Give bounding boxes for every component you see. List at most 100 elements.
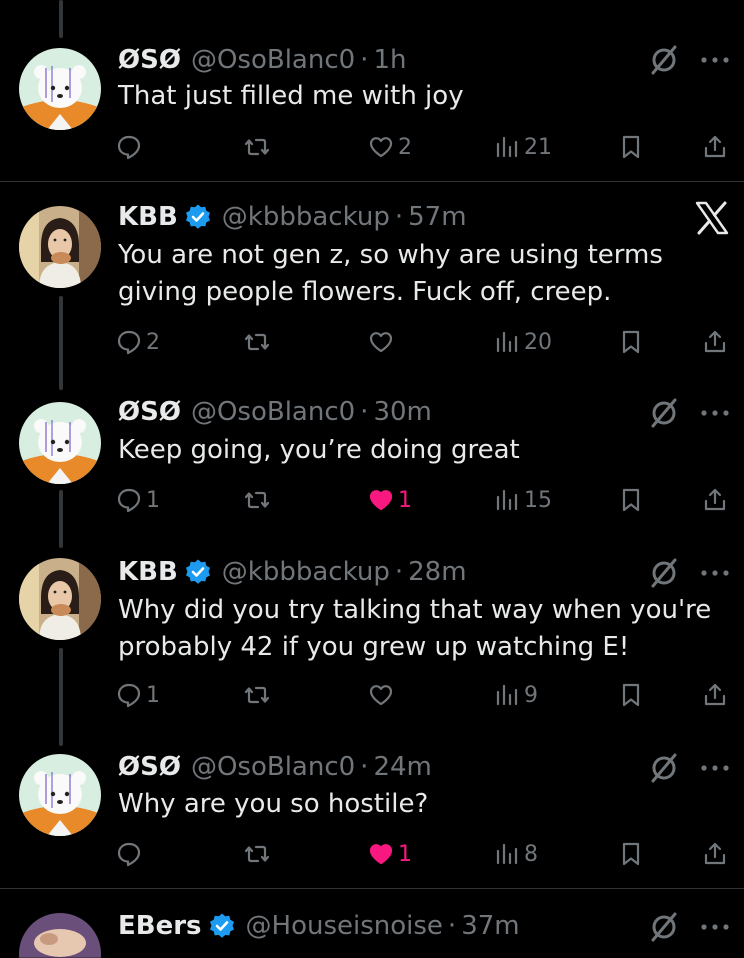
views-button[interactable]: 21 bbox=[494, 130, 552, 164]
like-count: 2 bbox=[398, 134, 412, 160]
reply-icon bbox=[116, 329, 142, 355]
more-options-icon[interactable] bbox=[700, 921, 730, 933]
share-button[interactable] bbox=[702, 483, 728, 517]
views-count: 21 bbox=[524, 134, 552, 160]
tweet-kbb-2[interactable]: KBB @kbbbackup · 28m Why did you try tal… bbox=[0, 542, 744, 738]
avatar-osoblanc[interactable] bbox=[19, 754, 101, 836]
like-button[interactable] bbox=[368, 678, 398, 712]
user-handle[interactable]: @kbbbackup bbox=[222, 202, 390, 232]
display-name[interactable]: ØSØ bbox=[118, 45, 181, 75]
grok-icon[interactable] bbox=[648, 557, 680, 589]
reply-button[interactable] bbox=[116, 130, 146, 164]
avatar-osoblanc[interactable] bbox=[19, 402, 101, 484]
tweet-osoblanc-1[interactable]: ØSØ @OsoBlanc0 · 1h That just filled me … bbox=[0, 0, 744, 181]
share-button[interactable] bbox=[702, 678, 728, 712]
views-chart-icon bbox=[494, 841, 520, 867]
share-button[interactable] bbox=[702, 325, 728, 359]
user-handle[interactable]: @OsoBlanc0 bbox=[191, 397, 355, 427]
avatar-osoblanc[interactable] bbox=[19, 48, 101, 130]
views-button[interactable]: 15 bbox=[494, 483, 552, 517]
avatar-kbb[interactable] bbox=[19, 206, 101, 288]
views-chart-icon bbox=[494, 487, 520, 513]
reply-icon bbox=[116, 682, 142, 708]
retweet-icon bbox=[244, 682, 270, 708]
more-options-icon[interactable] bbox=[700, 54, 730, 66]
grok-icon[interactable] bbox=[648, 44, 680, 76]
grok-icon[interactable] bbox=[648, 752, 680, 784]
tweet-osoblanc-2[interactable]: ØSØ @OsoBlanc0 · 30m Keep going, you’re … bbox=[0, 382, 744, 542]
action-bar: 1 9 bbox=[0, 678, 744, 712]
more-options-icon[interactable] bbox=[700, 762, 730, 774]
bookmark-button[interactable] bbox=[618, 483, 644, 517]
like-button[interactable] bbox=[368, 325, 398, 359]
like-button[interactable]: 2 bbox=[368, 130, 412, 164]
retweet-button[interactable] bbox=[244, 837, 274, 871]
display-name[interactable]: KBB bbox=[118, 557, 178, 587]
avatar-ebers[interactable] bbox=[19, 913, 101, 958]
tweet-header: ØSØ @OsoBlanc0 · 24m bbox=[118, 749, 432, 785]
grok-icon[interactable] bbox=[648, 911, 680, 943]
views-button[interactable]: 9 bbox=[494, 678, 538, 712]
timestamp[interactable]: 37m bbox=[461, 911, 519, 941]
bookmark-button[interactable] bbox=[618, 837, 644, 871]
user-handle[interactable]: @OsoBlanc0 bbox=[191, 45, 355, 75]
views-button[interactable]: 8 bbox=[494, 837, 538, 871]
reply-button[interactable]: 1 bbox=[116, 483, 160, 517]
verified-badge-icon bbox=[208, 912, 236, 940]
grok-icon[interactable] bbox=[648, 397, 680, 429]
views-button[interactable]: 20 bbox=[494, 325, 552, 359]
tweet-header: KBB @kbbbackup · 28m bbox=[118, 554, 467, 590]
timestamp[interactable]: 57m bbox=[408, 202, 466, 232]
share-icon bbox=[702, 682, 728, 708]
display-name[interactable]: EBers bbox=[118, 911, 202, 941]
reply-count: 1 bbox=[146, 682, 160, 708]
heart-filled-icon bbox=[368, 487, 394, 513]
share-icon bbox=[702, 329, 728, 355]
tweet-text: Keep going, you’re doing great bbox=[118, 435, 520, 465]
bookmark-button[interactable] bbox=[618, 325, 644, 359]
display-name[interactable]: KBB bbox=[118, 202, 178, 232]
like-button[interactable]: 1 bbox=[368, 837, 412, 871]
retweet-icon bbox=[244, 841, 270, 867]
share-button[interactable] bbox=[702, 837, 728, 871]
retweet-button[interactable] bbox=[244, 678, 274, 712]
reply-button[interactable]: 2 bbox=[116, 325, 160, 359]
reply-button[interactable]: 1 bbox=[116, 678, 160, 712]
timestamp[interactable]: 28m bbox=[408, 557, 466, 587]
reply-button[interactable] bbox=[116, 837, 146, 871]
bookmark-icon bbox=[618, 329, 644, 355]
user-handle[interactable]: @OsoBlanc0 bbox=[191, 752, 355, 782]
action-bar: 2 20 bbox=[0, 325, 744, 359]
display-name[interactable]: ØSØ bbox=[118, 397, 181, 427]
tweet-ebers[interactable]: EBers @Houseisnoise · 37m bbox=[0, 889, 744, 958]
user-handle[interactable]: @Houseisnoise bbox=[246, 911, 443, 941]
avatar-kbb[interactable] bbox=[19, 558, 101, 640]
more-options-icon[interactable] bbox=[700, 567, 730, 579]
timestamp[interactable]: 1h bbox=[373, 45, 406, 75]
tweet-text: You are not gen z, so why are using term… bbox=[118, 240, 663, 307]
more-options-icon[interactable] bbox=[700, 407, 730, 419]
retweet-icon bbox=[244, 487, 270, 513]
bookmark-button[interactable] bbox=[618, 678, 644, 712]
reply-icon bbox=[116, 487, 142, 513]
action-bar: 1 8 bbox=[0, 837, 744, 871]
like-button[interactable]: 1 bbox=[368, 483, 412, 517]
user-handle[interactable]: @kbbbackup bbox=[222, 557, 390, 587]
separator-dot: · bbox=[447, 911, 457, 941]
timestamp[interactable]: 30m bbox=[373, 397, 431, 427]
share-button[interactable] bbox=[702, 130, 728, 164]
timestamp[interactable]: 24m bbox=[373, 752, 431, 782]
retweet-button[interactable] bbox=[244, 325, 274, 359]
retweet-button[interactable] bbox=[244, 483, 274, 517]
x-logo-icon bbox=[694, 200, 730, 236]
views-chart-icon bbox=[494, 682, 520, 708]
separator-dot: · bbox=[394, 202, 404, 232]
tweet-osoblanc-3[interactable]: ØSØ @OsoBlanc0 · 24m Why are you so host… bbox=[0, 738, 744, 888]
display-name[interactable]: ØSØ bbox=[118, 752, 181, 782]
like-count: 1 bbox=[398, 487, 412, 513]
bookmark-button[interactable] bbox=[618, 130, 644, 164]
heart-filled-icon bbox=[368, 841, 394, 867]
retweet-button[interactable] bbox=[244, 130, 274, 164]
action-bar: 2 21 bbox=[0, 130, 744, 164]
tweet-kbb-1[interactable]: KBB @kbbbackup · 57m You are not gen z, … bbox=[0, 182, 744, 382]
